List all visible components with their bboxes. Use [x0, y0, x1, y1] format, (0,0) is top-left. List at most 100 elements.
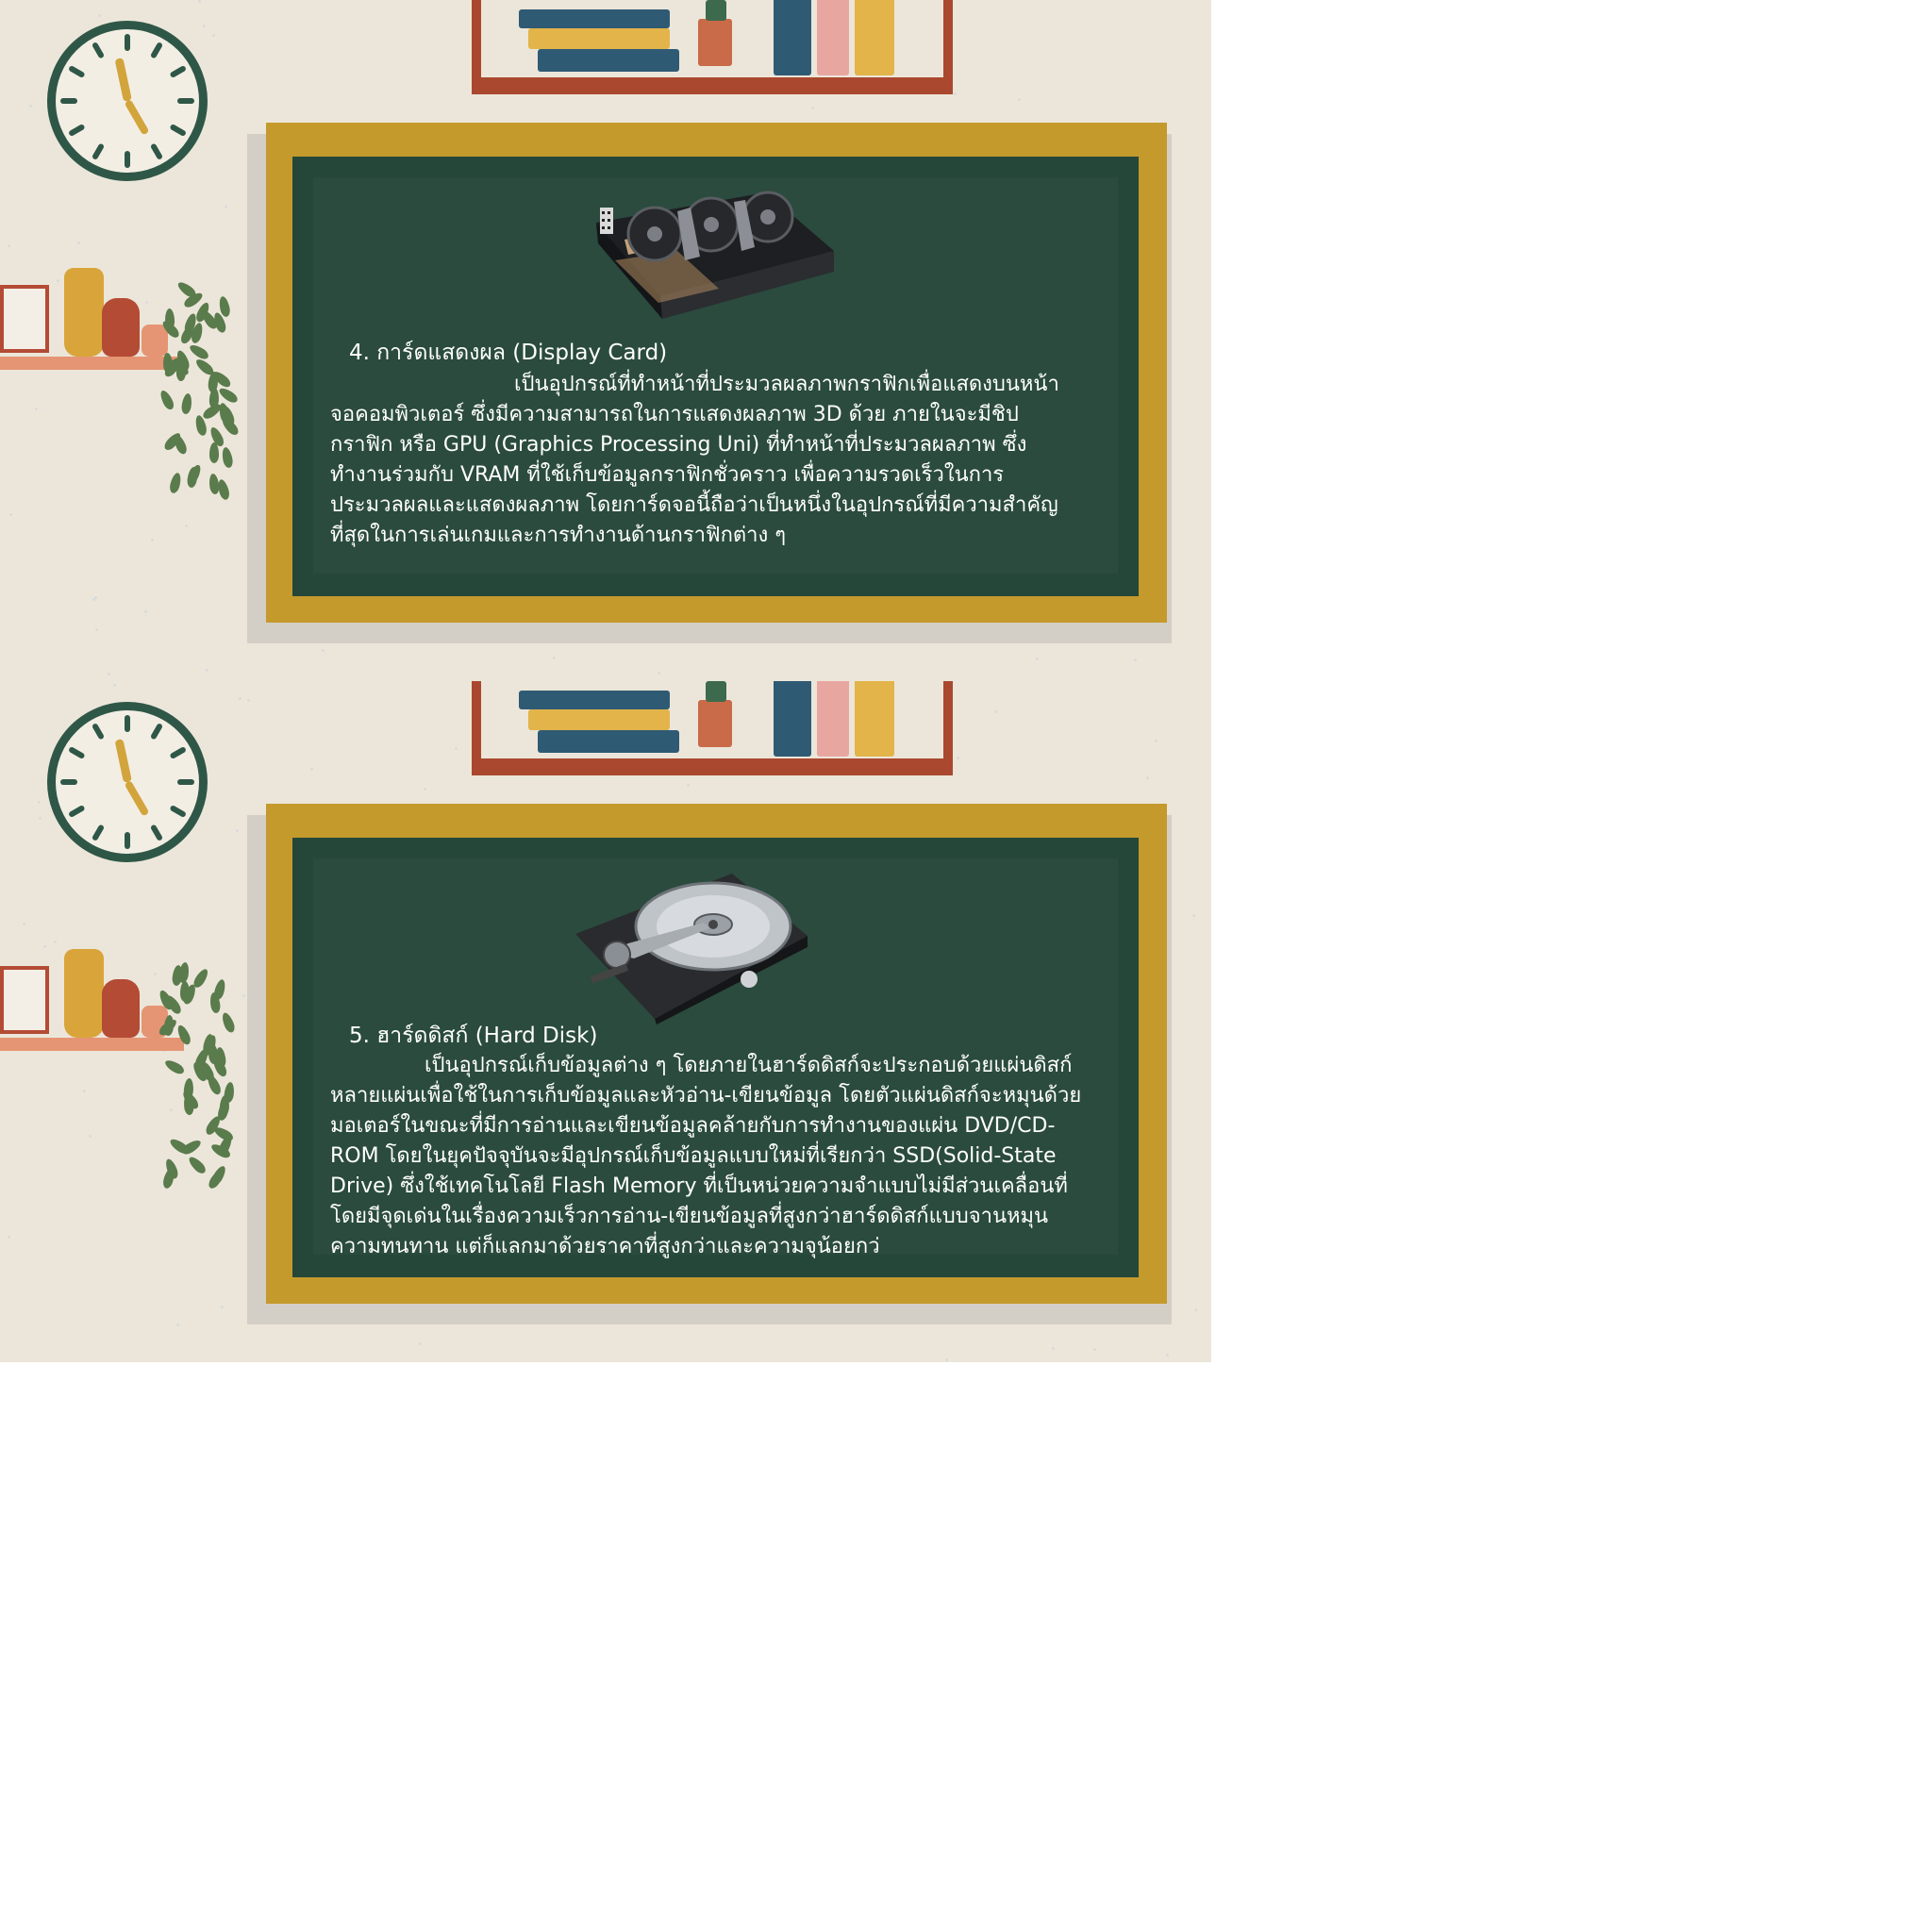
clock-hour-hand: [114, 58, 132, 102]
clock-icon: [47, 702, 208, 862]
wall-speckle: [310, 768, 313, 771]
wall-speckle: [83, 1090, 86, 1092]
wall-speckle: [185, 525, 188, 527]
plant-leaf: [206, 1168, 226, 1191]
vase-red: [102, 298, 140, 357]
wall-speckle: [77, 242, 80, 244]
vase-pink: [142, 325, 168, 357]
clock-tick: [125, 715, 130, 732]
wall-speckle: [247, 699, 250, 702]
wall-speckle: [176, 1324, 179, 1326]
wall-speckle: [154, 973, 157, 975]
wall-speckle: [242, 994, 245, 997]
plant-leaf: [158, 388, 176, 412]
slide-display-card: 4. การ์ดแสดงผล (Display Card) เป็นอุปกรณ…: [0, 0, 1211, 681]
wall-speckle: [553, 657, 556, 659]
wall-speckle: [113, 684, 116, 687]
wall-speckle: [1146, 776, 1149, 779]
wall-speckle: [23, 923, 25, 925]
clock-minute-hand: [124, 780, 150, 817]
clock-minute-hand: [124, 99, 150, 136]
graphics-card-image: [587, 185, 841, 328]
wall-speckle: [1018, 98, 1021, 101]
clock-tick: [60, 779, 77, 785]
wall-speckle: [1166, 1354, 1169, 1357]
plant-leaf: [168, 472, 183, 494]
bookshelf-shelf: [481, 77, 943, 85]
graphics-card-icon: [596, 191, 834, 319]
wall-speckle: [8, 244, 10, 247]
clock-tick: [68, 745, 86, 760]
section-title: 4. การ์ดแสดงผล (Display Card): [349, 341, 668, 365]
book: [774, 681, 811, 757]
book: [698, 700, 732, 747]
book: [538, 49, 679, 72]
wall-speckle: [95, 628, 98, 631]
section-body-text: เป็นอุปกรณ์ที่ทำหน้าที่ประมวลผลภาพกราฟิก…: [330, 373, 1059, 547]
wall-speckle: [1093, 1348, 1096, 1351]
clock-tick: [91, 142, 106, 160]
wall-speckle: [221, 1306, 224, 1308]
hard-disk-icon: [575, 874, 808, 1024]
clock-tick: [169, 745, 187, 760]
wall-speckle: [198, 0, 201, 3]
vase-yellow: [64, 268, 104, 357]
clock-tick: [177, 98, 194, 104]
wall-speckle: [811, 107, 814, 109]
wall-speckle: [170, 1108, 173, 1111]
wall-speckle: [212, 34, 215, 37]
slide-hard-disk: 5. ฮาร์ดดิสก์ (Hard Disk) เป็นอุปกรณ์เก็…: [0, 681, 1211, 1362]
wall-speckle: [1194, 1308, 1197, 1311]
book: [855, 681, 894, 757]
plant-leaf: [186, 1154, 208, 1176]
wall-speckle: [957, 757, 959, 759]
wall-speckle: [658, 672, 660, 675]
wall-speckle: [1155, 740, 1158, 742]
picture-frame: [0, 966, 49, 1034]
clock-tick: [91, 824, 106, 841]
picture-frame: [0, 285, 49, 353]
plant-leaf: [217, 385, 240, 406]
clock-tick: [60, 98, 77, 104]
clock-tick: [149, 824, 164, 841]
book: [528, 28, 670, 49]
wall-speckle: [455, 747, 458, 750]
wall-speckle: [994, 710, 997, 713]
book: [698, 19, 732, 66]
wall-speckle: [206, 669, 208, 672]
wall-speckle: [1052, 1347, 1055, 1350]
clock-tick: [125, 151, 130, 168]
book: [817, 681, 849, 757]
vase-yellow: [64, 949, 104, 1038]
clock-tick: [169, 64, 187, 79]
wall-speckle: [29, 105, 32, 108]
wall-speckle: [225, 206, 227, 208]
clock-tick: [169, 123, 187, 138]
book: [706, 0, 726, 21]
wall-speckle: [239, 697, 242, 700]
clock-tick: [149, 723, 164, 741]
plant-leaf: [220, 446, 235, 469]
wall-speckle: [39, 817, 42, 820]
wall-speckle: [43, 945, 46, 948]
wall-speckle: [151, 539, 154, 541]
wall-speckle: [687, 784, 690, 787]
clock-tick: [68, 64, 86, 79]
book: [706, 681, 726, 702]
clock-tick: [177, 779, 194, 785]
book: [774, 0, 811, 75]
wall-speckle: [108, 673, 110, 675]
wall-speckle: [1036, 658, 1039, 660]
wall-speckle: [92, 598, 95, 601]
section-title: 5. ฮาร์ดดิสก์ (Hard Disk): [349, 1024, 598, 1048]
section-body-text: เป็นอุปกรณ์เก็บข้อมูลต่าง ๆ โดยภายในฮาร์…: [330, 1054, 1082, 1258]
wall-speckle: [945, 1358, 948, 1361]
wall-shelf: [0, 357, 184, 370]
plant-leaf: [208, 473, 221, 495]
plant-leaf: [220, 1010, 237, 1035]
clock-tick: [125, 832, 130, 849]
wall-speckle: [9, 513, 12, 516]
clock-tick: [68, 804, 86, 819]
plant-leaf: [207, 1042, 220, 1065]
clock-tick: [91, 723, 106, 741]
